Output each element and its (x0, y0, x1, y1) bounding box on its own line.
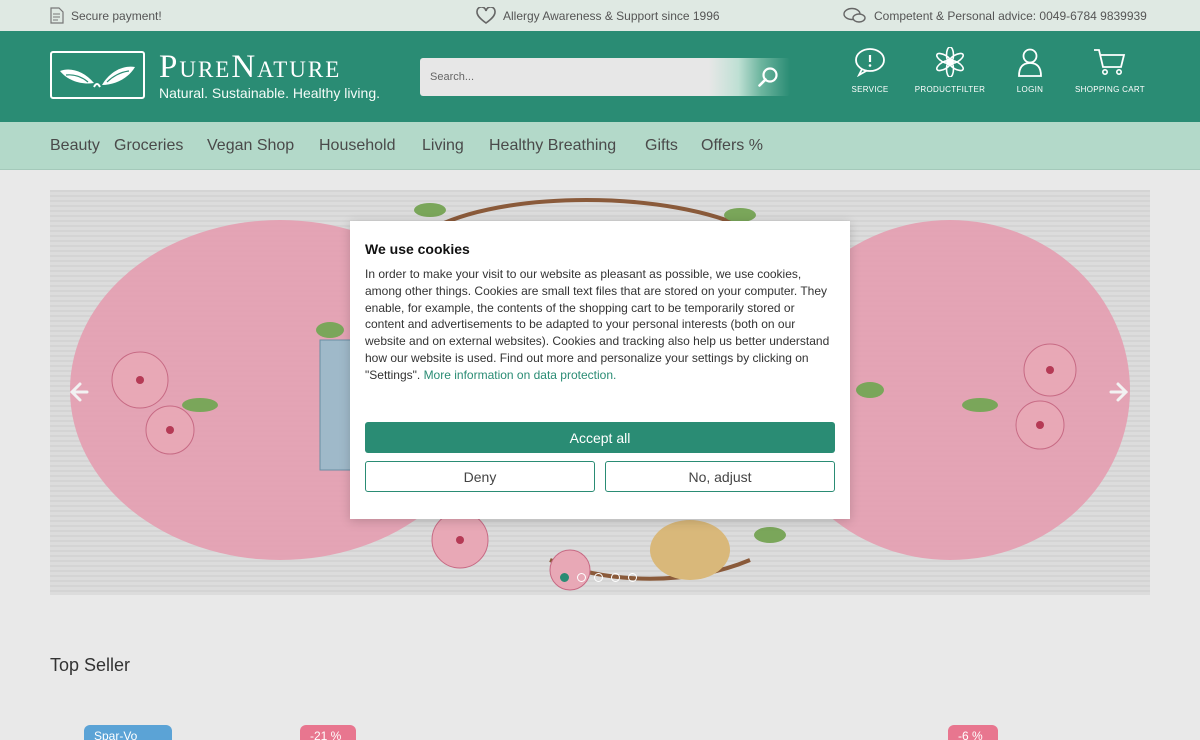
service-button[interactable]: Service (825, 47, 915, 94)
product-badge: -6 % (948, 725, 998, 740)
product-badge: Spar-Vo (84, 725, 172, 740)
nav-item-gifts[interactable]: Gifts (645, 122, 678, 170)
heart-icon (476, 6, 496, 24)
cookie-consent-dialog: We use cookies In order to make your vis… (350, 221, 850, 519)
cookie-title: We use cookies (365, 241, 470, 257)
login-label: Login (1016, 85, 1044, 94)
slider-prev-button[interactable] (58, 372, 98, 412)
allergy-text: Allergy Awareness & Support since 1996 (503, 8, 720, 23)
slider-dot[interactable] (594, 573, 603, 582)
slider-dot[interactable] (628, 573, 637, 582)
search-icon (758, 67, 778, 87)
login-button[interactable]: Login (985, 47, 1075, 94)
logo[interactable]: PureNature Natural. Sustainable. Healthy… (50, 51, 380, 101)
cookie-text: In order to make your visit to our websi… (365, 266, 835, 384)
accept-all-button[interactable]: Accept all (365, 422, 835, 453)
allergy-info: Allergy Awareness & Support since 1996 (476, 0, 720, 31)
productfilter-button[interactable]: Productfilter (905, 47, 995, 94)
document-icon (50, 7, 64, 24)
nav-item-living[interactable]: Living (422, 122, 464, 170)
brand-name: PureNature (159, 49, 342, 85)
secure-payment-text: Secure payment! (71, 8, 162, 23)
search-button[interactable] (746, 58, 790, 96)
slider-dot[interactable] (611, 573, 620, 582)
slider-dot[interactable] (577, 573, 586, 582)
nav-item-beauty[interactable]: Beauty (50, 122, 100, 170)
cookie-body: In order to make your visit to our websi… (365, 267, 830, 382)
flower-filter-icon (935, 47, 965, 77)
nav-item-groceries[interactable]: Groceries (114, 122, 183, 170)
slider-dot[interactable] (560, 573, 569, 582)
search-input[interactable] (420, 58, 720, 96)
shopping-cart-label: Shopping cart (1075, 85, 1145, 94)
productfilter-label: Productfilter (914, 85, 986, 94)
logo-leaves-icon (50, 51, 145, 99)
nav-item-offers[interactable]: Offers % (701, 122, 763, 170)
adjust-settings-button[interactable]: No, adjust (605, 461, 835, 492)
advice-info: Competent & Personal advice: 0049-6784 9… (843, 0, 1147, 31)
service-bubble-icon (855, 48, 885, 77)
chat-bubbles-icon (843, 7, 866, 23)
brand-tagline: Natural. Sustainable. Healthy living. (159, 85, 381, 101)
service-label: Service (851, 85, 889, 94)
nav-item-household[interactable]: Household (319, 122, 396, 170)
nav-item-vegan-shop[interactable]: Vegan Shop (207, 122, 294, 170)
arrow-left-icon (69, 382, 89, 402)
cart-icon (1094, 49, 1126, 75)
top-info-bar: Secure payment! Allergy Awareness & Supp… (0, 0, 1200, 31)
slider-dots (560, 573, 637, 582)
search-bar (420, 58, 790, 96)
site-header: PureNature Natural. Sustainable. Healthy… (0, 31, 1200, 122)
shopping-cart-button[interactable]: Shopping cart (1065, 47, 1155, 94)
product-badge: -21 % (300, 725, 356, 740)
arrow-right-icon (1109, 382, 1129, 402)
top-seller-heading: Top Seller (50, 655, 131, 675)
data-protection-link[interactable]: More information on data protection. (424, 368, 617, 382)
deny-button[interactable]: Deny (365, 461, 595, 492)
slider-next-button[interactable] (1100, 372, 1140, 412)
main-navigation: Beauty Groceries Vegan Shop Household Li… (0, 122, 1200, 170)
user-icon (1018, 48, 1042, 77)
secure-payment-info: Secure payment! (50, 0, 162, 31)
advice-text: Competent & Personal advice: 0049-6784 9… (874, 8, 1147, 23)
nav-item-healthy-breathing[interactable]: Healthy Breathing (489, 122, 616, 170)
